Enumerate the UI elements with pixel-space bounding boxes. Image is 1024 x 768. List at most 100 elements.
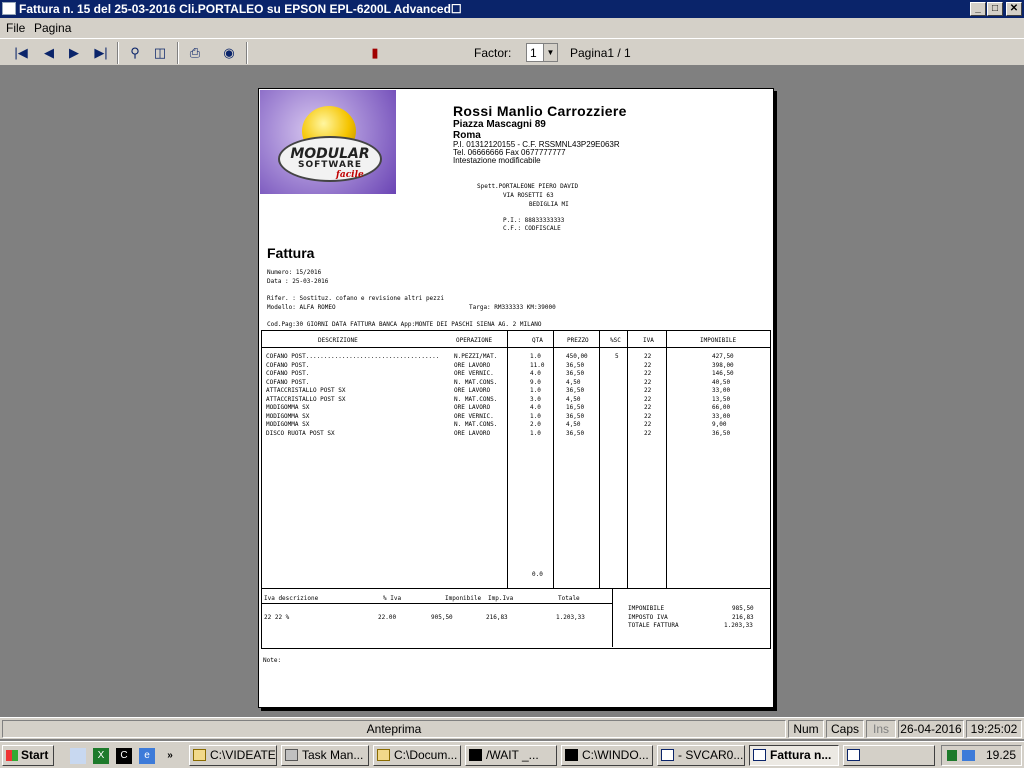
row-operation: ORE LAVORO — [454, 361, 491, 369]
tray-app-icon[interactable] — [947, 750, 957, 761]
menu-file[interactable]: File — [6, 21, 25, 35]
taskbar: Start X C e » C:\VIDEATE Task Man... C:\… — [0, 741, 1024, 768]
tray-clock: 19.25 — [986, 748, 1017, 762]
task-button[interactable]: Task Man... — [281, 745, 369, 766]
row-vat: 22 — [644, 421, 652, 428]
row-qty: 4.0 — [530, 370, 541, 377]
row-taxable: 33,00 — [712, 387, 731, 394]
row-price: 36,50 — [566, 387, 585, 394]
row-description: MODIGOMMA SX — [266, 404, 310, 411]
row-price: 36,50 — [566, 412, 585, 420]
print-icon[interactable]: ⎙ — [184, 42, 206, 64]
status-mode: Anteprima — [2, 720, 786, 738]
status-date: 26-04-2016 — [898, 720, 964, 738]
status-num: Num — [788, 720, 824, 738]
task-button[interactable]: C:\WINDO... — [561, 745, 653, 766]
next-page-icon[interactable]: ▶ — [63, 42, 85, 64]
payment-conditions: Cod.Pag:30 GIORNI DATA FATTURA BANCA App… — [267, 321, 542, 328]
first-page-icon[interactable]: |◀ — [10, 42, 32, 64]
task-label: C:\VIDEATE — [210, 748, 276, 762]
row-vat: 22 — [644, 387, 652, 394]
close-button[interactable]: ✕ — [1006, 2, 1022, 16]
status-ins: Ins — [866, 720, 896, 738]
status-time: 19:25:02 — [966, 720, 1022, 738]
toolbar-separator — [246, 42, 248, 64]
row-taxable: 36,50 — [712, 429, 731, 437]
menu-pagina[interactable]: Pagina — [34, 21, 71, 35]
row-price: 4,50 — [566, 378, 581, 386]
quicklaunch-more[interactable]: » — [162, 748, 178, 764]
window-title: Fattura n. 15 del 25-03-2016 Cli.PORTALE… — [19, 2, 462, 16]
ie-icon[interactable]: e — [139, 748, 155, 764]
excel-icon[interactable]: X — [93, 748, 109, 764]
minimize-button[interactable]: _ — [970, 2, 986, 16]
row-price: 36,50 — [566, 361, 585, 369]
totals-divider — [612, 589, 613, 647]
row-operation: ORE LAVORO — [454, 429, 491, 437]
zoom-icon[interactable]: ⚲ — [124, 42, 146, 64]
row-taxable: 33,00 — [712, 412, 731, 420]
task-button[interactable] — [843, 745, 935, 766]
row-operation: ORE VERNIC. — [454, 370, 494, 377]
cmd-icon[interactable]: C — [116, 748, 132, 764]
outlook-icon[interactable] — [70, 748, 86, 764]
exit-door-icon[interactable]: ▮ — [364, 42, 386, 64]
start-button[interactable]: Start — [2, 745, 54, 766]
row-qty: 1.0 — [530, 387, 541, 394]
prev-page-icon[interactable]: ◀ — [38, 42, 60, 64]
row-qty: 1.0 — [530, 412, 541, 420]
network-icon[interactable] — [962, 750, 975, 761]
task-button[interactable]: C:\Docum... — [373, 745, 461, 766]
title-bar: Fattura n. 15 del 25-03-2016 Cli.PORTALE… — [0, 0, 1024, 18]
task-manager-icon — [285, 749, 298, 761]
row-qty: 1.0 — [530, 353, 541, 360]
window-icon — [847, 749, 860, 761]
totals-section: Iva descrizione % Iva Imponibile Imp.Iva… — [261, 589, 771, 649]
task-button-active[interactable]: Fattura n... — [749, 745, 839, 766]
task-button[interactable]: /WAIT _... — [465, 745, 557, 766]
header-qta: QTA — [532, 337, 543, 344]
toolbar-separator — [117, 42, 119, 64]
total-value: 1.203,33 — [724, 622, 753, 629]
document-title: Fattura — [267, 245, 315, 261]
chevron-down-icon[interactable]: ▼ — [543, 44, 557, 61]
task-label: Fattura n... — [770, 748, 832, 762]
vat-header-tax: Imp.Iva — [488, 595, 514, 602]
maximize-button[interactable]: □ — [987, 2, 1003, 16]
task-button[interactable]: C:\VIDEATE — [189, 745, 277, 766]
task-label: C:\WINDO... — [582, 748, 649, 762]
row-qty: 4.0 — [530, 404, 541, 411]
task-label: C:\Docum... — [394, 748, 458, 762]
toolbar: |◀ ◀ ▶ ▶| ⚲ ◫ ⎙ ◉ ▮ Factor: 1 ▼ Pagina1 … — [0, 38, 1024, 66]
start-label: Start — [21, 748, 49, 762]
row-price: 4,50 — [566, 421, 581, 428]
company-address: Piazza Mascagni 89 — [453, 119, 546, 130]
last-page-icon[interactable]: ▶| — [90, 42, 112, 64]
cmd-icon — [565, 749, 578, 761]
window-icon — [753, 749, 766, 761]
client-line: C.F.: CODFISCALE — [503, 225, 561, 232]
export-icon[interactable]: ◉ — [218, 42, 240, 64]
vat-row-desc: 22 22 % — [264, 614, 290, 621]
row-price: 36,50 — [566, 370, 585, 377]
company-note: Intestazione modificabile — [453, 156, 541, 165]
app-icon[interactable] — [2, 2, 16, 15]
row-vat: 22 — [644, 395, 652, 403]
two-pages-icon[interactable]: ◫ — [149, 42, 171, 64]
row-taxable: 146,50 — [712, 370, 734, 377]
task-label: Task Man... — [302, 748, 364, 762]
row-qty: 11.0 — [530, 361, 545, 369]
row-operation: ORE VERNIC. — [454, 412, 494, 420]
row-qty: 9.0 — [530, 378, 541, 386]
invoice-reference: Rifer. : Sostituz. cofano e revisione al… — [267, 295, 445, 302]
vat-row-total: 1.203,33 — [556, 614, 585, 621]
row-operation: ORE LAVORO — [454, 387, 491, 394]
client-line: VIA ROSETTI 63 — [503, 192, 554, 199]
row-operation: N. MAT.CONS. — [454, 395, 498, 403]
invoice-page: MODULAR SOFTWARE facile Rossi Manlio Car… — [258, 88, 774, 708]
header-operazione: OPERAZIONE — [456, 337, 493, 344]
factor-select[interactable]: 1 ▼ — [526, 43, 558, 62]
row-description: COFANO POST. — [266, 370, 310, 377]
factor-value: 1 — [530, 46, 537, 60]
task-button[interactable]: - SVCAR0... — [657, 745, 745, 766]
